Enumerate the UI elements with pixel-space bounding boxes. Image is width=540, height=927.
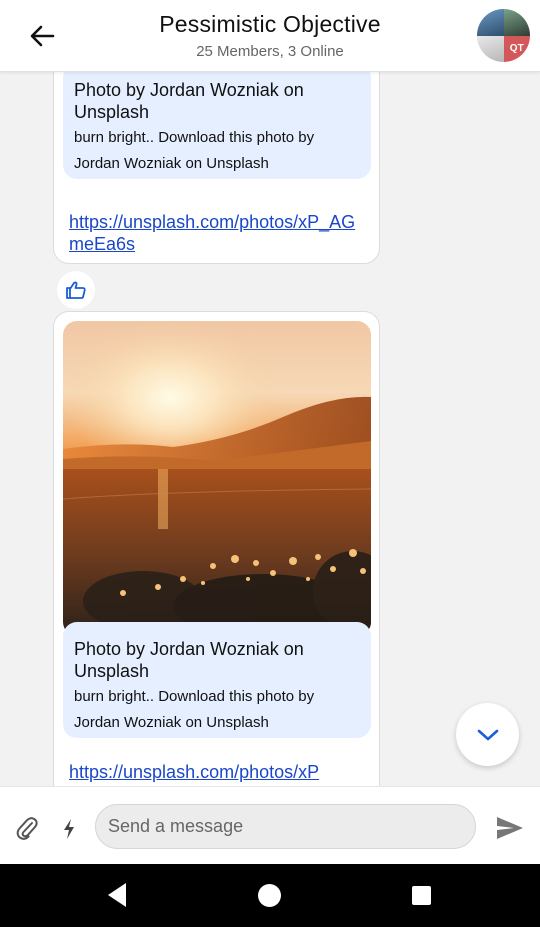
preview-title: Photo by Jordan Wozniak on Unsplash bbox=[74, 639, 304, 681]
preview-description: burn bright.. Download this photo by Jor… bbox=[74, 688, 315, 731]
thumbs-up-icon bbox=[66, 281, 86, 299]
attach-button[interactable] bbox=[12, 813, 42, 843]
message-link[interactable]: https://unsplash.com/photos/xP_AGmeEa6s bbox=[69, 211, 359, 255]
message-input[interactable] bbox=[95, 804, 476, 849]
paperclip-icon bbox=[16, 817, 38, 840]
message-bubble[interactable]: Photo by Jordan Wozniak on Unsplash burn… bbox=[53, 311, 380, 786]
quick-actions-button[interactable] bbox=[56, 815, 82, 843]
message-list[interactable]: Photo by Jordan Wozniak on Unsplash burn… bbox=[0, 72, 540, 786]
scroll-to-bottom-button[interactable] bbox=[456, 703, 519, 766]
send-icon bbox=[497, 817, 523, 839]
reaction-badge[interactable] bbox=[57, 271, 95, 309]
sunset-photo bbox=[63, 321, 371, 636]
avatar-tile bbox=[477, 9, 504, 36]
link-preview-card[interactable]: Photo by Jordan Wozniak on Unsplash burn… bbox=[63, 622, 371, 738]
nav-home-icon[interactable] bbox=[258, 884, 281, 907]
message-composer bbox=[0, 786, 540, 864]
photo-image[interactable] bbox=[63, 321, 371, 636]
message-link[interactable]: https://unsplash.com/photos/xP bbox=[69, 761, 359, 783]
chat-title[interactable]: Pessimistic Objective bbox=[0, 11, 540, 38]
avatar-tile bbox=[503, 9, 530, 36]
preview-title: Photo by Jordan Wozniak on Unsplash bbox=[74, 80, 304, 122]
nav-back-icon[interactable] bbox=[106, 882, 128, 908]
group-avatar[interactable]: QT bbox=[477, 9, 530, 62]
chat-subtitle: 25 Members, 3 Online bbox=[196, 43, 344, 60]
avatar-tile-initials: QT bbox=[503, 35, 530, 62]
chat-header: Pessimistic Objective 25 Members, 3 Onli… bbox=[0, 0, 540, 72]
send-button[interactable] bbox=[494, 813, 526, 843]
chevron-down-icon bbox=[477, 729, 498, 740]
system-navigation-bar bbox=[0, 864, 540, 927]
nav-recents-icon[interactable] bbox=[412, 886, 431, 905]
lightning-icon bbox=[64, 819, 74, 839]
link-preview-card[interactable]: Photo by Jordan Wozniak on Unsplash burn… bbox=[63, 72, 371, 179]
avatar-tile bbox=[477, 35, 504, 62]
message-bubble[interactable]: Photo by Jordan Wozniak on Unsplash burn… bbox=[53, 72, 380, 264]
preview-description: burn bright.. Download this photo by Jor… bbox=[74, 129, 315, 172]
